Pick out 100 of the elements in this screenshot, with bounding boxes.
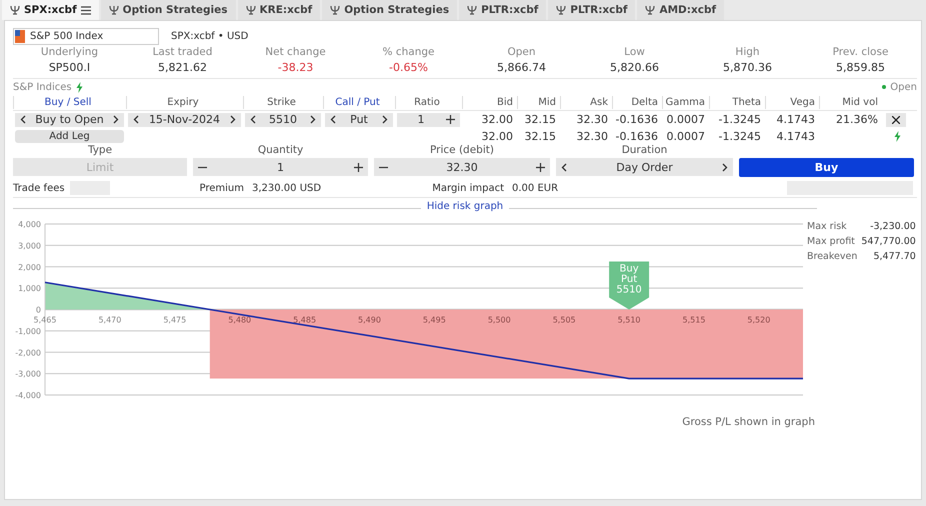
instrument-subtitle: SPX:xcbf • USD [171,30,248,42]
fees-label: Trade fees [13,182,66,194]
graph-footnote: Gross P/L shown in graph [681,416,815,428]
total-cell-text: 0.0007 [666,130,706,142]
chevron-right-icon [310,115,316,124]
action-stepper[interactable]: Buy to Open [15,112,124,126]
plus-button[interactable] [443,112,458,126]
margin-value: 0.00 EUR [512,182,560,194]
menu-icon[interactable] [80,6,91,14]
fork-icon [645,5,656,15]
buy-button[interactable]: Buy [739,158,914,177]
column-header: Ratio [395,96,462,109]
plus-icon [536,162,545,172]
expiry-stepper[interactable]: 15-Nov-2024 [128,112,241,126]
axis-label: -3,000 [15,370,41,379]
axis-label: 5,520 [747,316,770,324]
tab[interactable]: Option Strategies [322,0,458,20]
axis-label: 4,000 [18,220,41,229]
stat-label: Max risk [807,221,848,232]
fork-icon [10,5,20,15]
column-header: Delta [612,96,662,109]
column-header: Vega [765,96,819,109]
quote-value: -38.23 [276,61,314,76]
quote-label: Open [506,46,537,60]
quote-label: Prev. close [832,46,890,60]
instrument-field[interactable]: S&P 500 Index [13,28,159,44]
leg-cell-text: -0.1636 [614,113,659,126]
stat-label: Max profit [807,236,856,247]
quote-label: Underlying [40,46,100,60]
strike-stepper-value: 5510 [269,113,297,126]
column-link[interactable]: Buy / Sell [13,96,126,109]
field-label: Type [86,144,114,158]
tab[interactable]: PLTR:xcbf [459,0,546,20]
annotation: Buy Put 5510 [616,264,642,296]
right-stepper[interactable]: Put [325,112,393,126]
column-header: Expiry [126,96,243,109]
stat-value: 5,477.70 [872,251,916,262]
market-status: Open [890,82,917,92]
leg-cell-text: 32.15 [524,113,557,126]
strike-stepper[interactable]: 5510 [245,112,321,126]
total-cell-text: -1.3245 [718,130,762,142]
axis-label: 5,505 [552,316,576,324]
margin-label: Margin impact [431,182,505,194]
column-header: Gamma [662,96,709,109]
column-header: Mid vol [819,96,882,109]
quote-label: Last traded [152,46,214,60]
fork-icon [246,5,256,15]
tab[interactable]: SPX:xcbf [2,0,99,20]
axis-label: 0 [36,306,41,314]
leg-cell-text: -1.3245 [718,113,762,126]
price-stepper[interactable]: 32.30 [374,158,550,176]
quote-value: SP500.I [48,61,92,76]
axis-label: 3,000 [18,241,41,250]
tab[interactable]: KRE:xcbf [238,0,320,20]
plus-button[interactable] [533,160,548,174]
quote-value: 5,821.62 [157,61,208,76]
column-link[interactable]: Call / Put [323,96,395,109]
add-leg-button[interactable]: Add Leg [15,130,124,142]
ratio-value: 1 [418,113,424,126]
axis-label: 5,485 [293,316,316,324]
chevron-right-icon [722,162,728,172]
axis-label: 5,510 [618,316,641,324]
quote-value: 5,866.74 [496,61,547,76]
column-header: Strike [243,96,323,109]
premium-label: Premium [198,182,245,194]
stat-value: -3,230.00 [869,221,916,232]
axis-label: 5,515 [682,316,706,324]
ratio-stepper[interactable]: 1 [397,112,460,126]
expiry-stepper-value: 15-Nov-2024 [148,113,220,126]
remove-leg-button[interactable] [886,112,906,126]
plus-icon [446,115,455,124]
field-label: Quantity [256,144,304,158]
quantity-stepper[interactable]: 1 [193,158,368,176]
axis-label: 5,495 [422,316,446,324]
plus-icon [354,162,363,172]
quantity-value: 1 [277,160,284,174]
leg-cell-text: 21.36% [835,113,879,126]
axis-label: 5,490 [358,316,381,324]
plus-button[interactable] [351,160,366,174]
premium-value: 3,230.00 USD [252,182,322,194]
fork-icon [556,5,566,15]
tab[interactable]: AMD:xcbf [637,0,724,20]
quote-value: 5,859.85 [835,61,886,76]
total-cell-text: 32.00 [480,130,514,142]
stat-label: Breakeven [807,251,858,262]
axis-label: 2,000 [18,262,41,272]
tab[interactable]: PLTR:xcbf [548,0,636,20]
quote-value: -0.65% [388,61,429,76]
tab[interactable]: Option Strategies [100,0,236,20]
total-cell-text: -0.1636 [614,130,659,142]
lightning-icon [76,82,83,92]
chevron-left-icon [330,115,336,124]
quote-label: Low [623,46,646,60]
column-header: Ask [560,96,612,109]
chevron-right-icon [112,115,119,124]
duration-stepper[interactable]: Day Order [556,158,733,176]
axis-label: -2,000 [15,348,41,358]
quote-value: 5,870.36 [722,61,773,76]
axis-label: -1,000 [15,326,41,336]
fork-icon [467,5,478,15]
